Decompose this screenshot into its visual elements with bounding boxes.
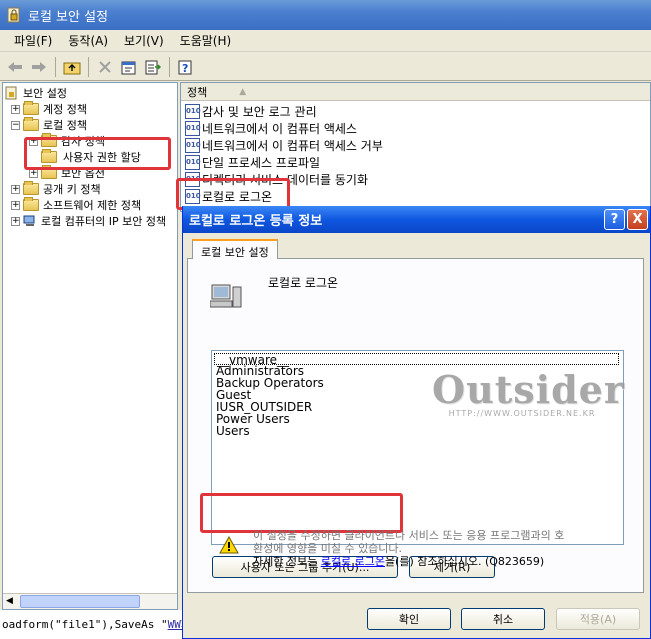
tree-item-local-policy[interactable]: − 로컬 정책 xyxy=(11,117,87,133)
horizontal-scrollbar[interactable]: ◀ xyxy=(3,593,177,609)
column-header-policy[interactable]: 정책 ▲ xyxy=(181,83,650,101)
list-item[interactable]: 010 단일 프로세스 프로파일 xyxy=(185,154,320,171)
cancel-button[interactable]: 취소 xyxy=(461,608,545,630)
folder-icon xyxy=(23,197,39,211)
list-item[interactable]: 010 네트워크에서 이 컴퓨터 액세스 xyxy=(185,120,357,137)
security-settings-icon xyxy=(5,86,17,100)
list-item[interactable]: 010 네트워크에서 이 컴퓨터 액세스 거부 xyxy=(185,137,383,154)
list-item-label: 단일 프로세스 프로파일 xyxy=(202,156,321,170)
up-folder-icon[interactable] xyxy=(61,56,83,78)
collapse-icon[interactable]: − xyxy=(11,120,20,130)
watermark-url: HTTP://WWW.OUTSIDER.NE.KR xyxy=(448,409,596,418)
expand-icon[interactable]: + xyxy=(11,200,20,210)
toolbar-separator xyxy=(169,56,170,77)
policy-icon: 010 xyxy=(185,121,201,136)
ok-button[interactable]: 확인 xyxy=(367,608,451,630)
tree-item-label: 로컬 정책 xyxy=(43,119,87,132)
list-item[interactable]: Users xyxy=(216,425,250,437)
dialog-titlebar[interactable]: 로컬로 로그온 등록 정보 xyxy=(183,206,650,233)
menu-help[interactable]: 도움말(H) xyxy=(172,30,240,51)
window-title: 로컬 보안 설정 xyxy=(28,9,109,25)
tree-item-public-key[interactable]: + 공개 키 정책 xyxy=(11,181,101,197)
warning-line: 환성에 영향을 미칠 수 있습니다. xyxy=(253,542,403,555)
list-item-label: 네트워크에서 이 컴퓨터 액세스 xyxy=(202,122,357,136)
tab-local-security-setting[interactable]: 로컬 보안 설정 xyxy=(192,239,278,259)
warning-line: 이 설정을 수정하면 클라이언트나 서비스 또는 응용 프로그램과의 호 xyxy=(253,529,565,542)
delete-icon[interactable] xyxy=(94,56,116,78)
menu-bar: 파일(F) 동작(A) 보기(V) 도움말(H) xyxy=(0,30,651,52)
tree-item-software-restriction[interactable]: + 소프트웨어 제한 정책 xyxy=(11,197,141,213)
warning-text-part: 자세한 정보는 xyxy=(253,555,321,568)
list-item[interactable]: 010 감사 및 보안 로그 관리 xyxy=(185,103,317,120)
toolbar-separator xyxy=(55,56,56,77)
export-list-icon[interactable] xyxy=(142,56,164,78)
list-item-label: 감사 및 보안 로그 관리 xyxy=(202,105,317,119)
scroll-left-icon[interactable]: ◀ xyxy=(6,596,13,606)
apply-button[interactable]: 적용(A) xyxy=(556,608,640,630)
background-code-text: oadform("file1"),SaveAs "WW파일 xyxy=(0,610,190,639)
watermark: Outsider HTTP://WWW.OUTSIDER.NE.KR xyxy=(432,367,625,419)
expand-icon[interactable]: + xyxy=(11,216,20,226)
tree-item-label: 공개 키 정책 xyxy=(43,183,101,196)
window-titlebar[interactable]: 로컬 보안 설정 xyxy=(0,0,651,30)
column-header-label: 정책 xyxy=(187,85,208,99)
expand-icon[interactable]: + xyxy=(11,104,20,114)
folder-open-icon xyxy=(23,117,39,131)
folder-icon xyxy=(23,101,39,115)
warning-icon xyxy=(219,536,239,554)
tree-item-label: 보안 설정 xyxy=(23,87,67,100)
warning-text-part: 을(를) 참조하십시오. (Q823659) xyxy=(384,555,545,568)
dialog-title: 로컬로 로그온 등록 정보 xyxy=(189,214,323,229)
tree-item-label: 로컬 컴퓨터의 IP 보안 정책 xyxy=(41,215,167,228)
warning-line: 자세한 정보는 로컬로 로그온을(를) 참조하십시오. (Q823659) xyxy=(253,555,564,568)
menu-view[interactable]: 보기(V) xyxy=(116,30,172,51)
close-button[interactable]: X xyxy=(627,209,648,230)
tree-item-account-policy[interactable]: + 계정 정책 xyxy=(11,101,87,117)
forward-icon[interactable] xyxy=(28,56,50,78)
policy-icon: 010 xyxy=(185,138,201,153)
policy-icon: 010 xyxy=(185,155,201,170)
tree-item-label: 소프트웨어 제한 정책 xyxy=(43,199,142,212)
computer-icon xyxy=(210,284,242,308)
expand-icon[interactable]: + xyxy=(11,184,20,194)
security-settings-icon xyxy=(7,7,20,23)
toolbar-separator xyxy=(88,56,89,77)
help-button[interactable]: ? xyxy=(604,209,625,230)
scrollbar-thumb[interactable] xyxy=(20,595,140,608)
list-item-label: 네트워크에서 이 컴퓨터 액세스 거부 xyxy=(202,139,383,153)
help-icon[interactable]: ? xyxy=(175,56,197,78)
menu-action[interactable]: 동작(A) xyxy=(60,30,116,51)
menu-file[interactable]: 파일(F) xyxy=(6,30,60,51)
help-link[interactable]: 로컬로 로그온 xyxy=(321,555,385,568)
folder-icon xyxy=(23,181,39,195)
properties-dialog: 로컬로 로그온 등록 정보 ? X 로컬 보안 설정 로컬로 로그온 __vmw… xyxy=(182,206,651,639)
watermark-brand: Outsider xyxy=(432,367,625,412)
svg-text:?: ? xyxy=(182,62,188,75)
tree-item-label: 계정 정책 xyxy=(43,103,87,116)
computer-icon xyxy=(23,215,35,226)
properties-icon[interactable] xyxy=(118,56,140,78)
back-icon[interactable] xyxy=(4,56,26,78)
highlight-add-button xyxy=(200,493,403,533)
toolbar: ? xyxy=(0,53,651,81)
sort-ascending-icon: ▲ xyxy=(239,86,247,97)
tree-item-ip-security[interactable]: + 로컬 컴퓨터의 IP 보안 정책 xyxy=(11,213,166,229)
highlight-user-rights xyxy=(24,137,171,170)
policy-icon: 010 xyxy=(185,104,201,119)
policy-name: 로컬로 로그온 xyxy=(268,276,339,290)
code-text: oadform("file1"),SaveAs " xyxy=(2,618,168,631)
tree-item-security-settings[interactable]: 보안 설정 xyxy=(5,85,67,101)
warning-text: 이 설정을 수정하면 클라이언트나 서비스 또는 응용 프로그램과의 호 환성에… xyxy=(253,529,564,568)
